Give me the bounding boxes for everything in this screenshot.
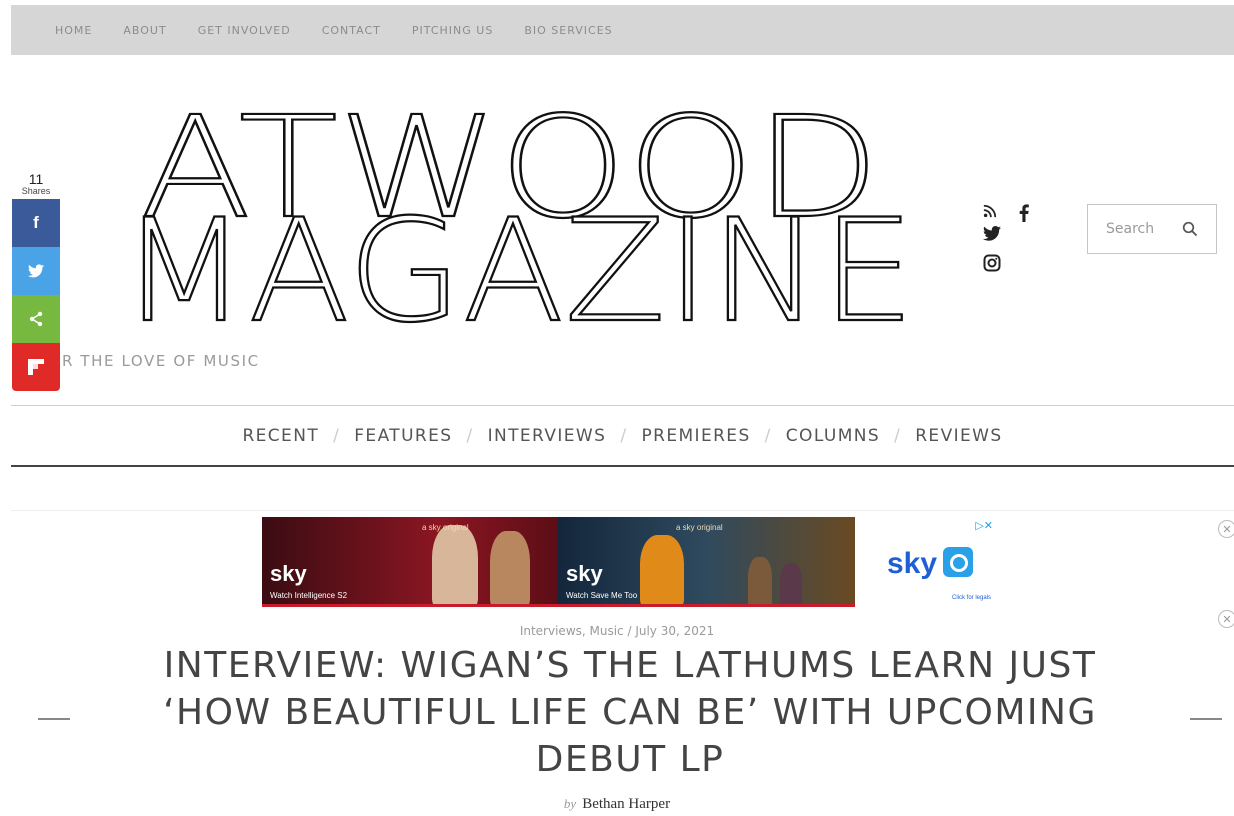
share-label: Shares xyxy=(21,186,51,196)
ad-accent-line xyxy=(262,604,855,607)
ad-panel-intelligence: a sky original sky Watch Intelligence S2 xyxy=(262,517,558,607)
instagram-icon[interactable] xyxy=(983,254,1005,276)
share-sidebar: 11 Shares f xyxy=(12,172,60,391)
ad-caption: Watch Intelligence S2 xyxy=(270,591,348,600)
search-input[interactable] xyxy=(1104,220,1188,238)
ad-person-image xyxy=(432,525,478,607)
ad-panel-sky-q: ▷✕ sky Click for legals xyxy=(855,517,997,607)
article-byline: by Bethan Harper xyxy=(0,796,1234,813)
top-utility-nav: HOME ABOUT GET INVOLVED CONTACT PITCHING… xyxy=(11,5,1234,55)
ad-person-image xyxy=(640,535,684,607)
category-reviews[interactable]: REVIEWS xyxy=(915,426,1002,446)
nav-bio-services[interactable]: BIO SERVICES xyxy=(524,24,612,37)
byline-label: by xyxy=(563,796,577,811)
share-count: 11 xyxy=(28,171,44,187)
search-icon[interactable] xyxy=(1182,221,1198,237)
site-logo[interactable]: ATWOOD MAGAZINE xyxy=(120,96,920,328)
share-generic-button[interactable] xyxy=(12,295,60,343)
share-facebook-button[interactable]: f xyxy=(12,199,60,247)
category-nav: RECENT / FEATURES / INTERVIEWS / PREMIER… xyxy=(11,405,1234,467)
category-features[interactable]: FEATURES xyxy=(354,426,452,446)
ad-person-image xyxy=(748,557,772,607)
article-title: INTERVIEW: WIGAN’S THE LATHUMS LEARN JUS… xyxy=(163,645,1097,780)
category-columns[interactable]: COLUMNS xyxy=(786,426,880,446)
search-box xyxy=(1087,204,1217,254)
divider xyxy=(11,510,1234,511)
nav-pitching-us[interactable]: PITCHING US xyxy=(412,24,493,37)
rss-icon[interactable] xyxy=(983,204,1005,226)
ad-panel-save-me-too: a sky original sky Watch Save Me Too xyxy=(558,517,855,607)
nav-separator: / xyxy=(620,426,628,446)
adchoices-icon[interactable]: ▷✕ xyxy=(975,519,993,532)
category-interviews[interactable]: INTERVIEWS xyxy=(488,426,607,446)
ad-person-image xyxy=(490,531,530,607)
twitter-icon[interactable] xyxy=(983,226,1005,248)
nav-separator: / xyxy=(466,426,474,446)
ad-sky-logo: sky xyxy=(566,561,603,586)
author-link[interactable]: Bethan Harper xyxy=(582,796,670,812)
title-dash-right xyxy=(1190,718,1222,720)
logo-line-magazine: MAGAZINE xyxy=(120,189,915,328)
ad-close-icon[interactable]: ✕ xyxy=(1218,520,1234,538)
category-recent[interactable]: RECENT xyxy=(242,426,319,446)
ad-legal-text[interactable]: Click for legals xyxy=(952,595,991,601)
social-icons xyxy=(983,204,1073,276)
article-meta: Interviews, Music / July 30, 2021 xyxy=(519,624,715,638)
ad-banner[interactable]: a sky original sky Watch Intelligence S2… xyxy=(262,517,997,607)
title-dash-left xyxy=(38,718,70,720)
ad-sky-logo: sky xyxy=(887,547,938,580)
share-icon xyxy=(29,311,43,327)
nav-separator: / xyxy=(333,426,341,446)
nav-separator: / xyxy=(894,426,902,446)
sky-q-icon xyxy=(943,547,973,577)
ad-caption: Watch Save Me Too xyxy=(566,591,638,600)
category-premieres[interactable]: PREMIERES xyxy=(641,426,750,446)
nav-get-involved[interactable]: GET INVOLVED xyxy=(198,24,291,37)
nav-separator: / xyxy=(764,426,772,446)
site-tagline: R THE LOVE OF MUSIC xyxy=(62,352,260,370)
flipboard-icon xyxy=(28,359,44,375)
nav-about[interactable]: ABOUT xyxy=(123,24,166,37)
share-flipboard-button[interactable] xyxy=(12,343,60,391)
ad-tag: a sky original xyxy=(676,523,723,532)
nav-home[interactable]: HOME xyxy=(55,24,92,37)
share-twitter-button[interactable] xyxy=(12,247,60,295)
ad-tag: a sky original xyxy=(422,523,469,532)
nav-contact[interactable]: CONTACT xyxy=(322,24,381,37)
ad-sky-logo: sky xyxy=(270,561,307,586)
facebook-icon: f xyxy=(33,213,39,232)
ad-person-image xyxy=(780,563,802,607)
facebook-icon[interactable] xyxy=(1017,204,1039,226)
twitter-icon xyxy=(28,264,44,278)
